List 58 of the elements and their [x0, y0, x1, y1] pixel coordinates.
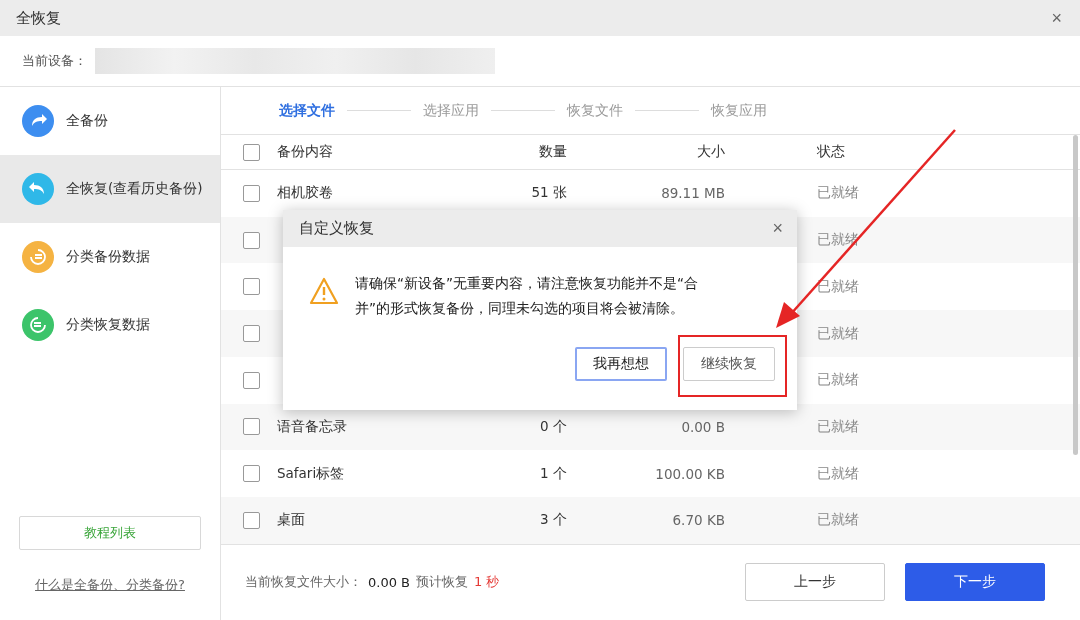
- table-cell-text: 已就绪: [816, 511, 860, 530]
- table-cell-text: 6.70 KB: [671, 512, 726, 529]
- table-cell-text: Safari标签: [277, 464, 346, 483]
- table-cell-text: 1 个: [539, 464, 568, 483]
- column-header: 备份内容: [277, 143, 334, 162]
- checkbox[interactable]: [243, 278, 260, 296]
- step-tab[interactable]: 选择文件: [279, 101, 335, 120]
- size-value: 0.00 B: [368, 574, 410, 590]
- help-link[interactable]: 什么是全备份、分类备份?: [35, 576, 185, 594]
- scrollbar[interactable]: [1073, 135, 1078, 456]
- table-cell-text: 桌面: [277, 511, 306, 530]
- window-title: 全恢复: [16, 8, 61, 28]
- table-cell-text: 已就绪: [816, 417, 860, 436]
- column-header: 大小: [696, 143, 726, 162]
- table-cell-text: 相机胶卷: [277, 184, 334, 203]
- previous-button[interactable]: 上一步: [745, 563, 886, 602]
- sidebar-item[interactable]: 分类恢复数据: [0, 291, 220, 359]
- table-cell-text: 3 个: [539, 511, 568, 530]
- tutorial-list-button[interactable]: 教程列表: [19, 516, 201, 550]
- sidebar-item[interactable]: 全备份: [0, 87, 220, 155]
- cancel-button[interactable]: 我再想想: [575, 347, 667, 381]
- checkbox[interactable]: [243, 231, 260, 249]
- eta-label: 预计恢复: [416, 573, 468, 592]
- column-header: 数量: [538, 143, 568, 162]
- checkbox[interactable]: [243, 325, 260, 342]
- table-cell-text: 语音备忘录: [277, 417, 348, 436]
- category-backup-icon: [22, 241, 54, 273]
- table-cell-text: 已就绪: [816, 324, 860, 343]
- checkbox[interactable]: [243, 143, 260, 161]
- eta-value: 1 秒: [474, 573, 500, 592]
- checkbox[interactable]: [243, 465, 260, 483]
- sidebar-item[interactable]: 分类备份数据: [0, 223, 220, 291]
- table-cell-text: 0 个: [539, 417, 568, 436]
- size-label: 当前恢复文件大小：: [245, 573, 362, 592]
- close-button[interactable]: ×: [768, 218, 787, 239]
- restore-icon: [22, 173, 54, 205]
- checkbox[interactable]: [243, 511, 260, 529]
- checkbox[interactable]: [243, 184, 260, 202]
- checkbox[interactable]: [243, 418, 260, 436]
- dialog-title: 自定义恢复: [299, 219, 374, 238]
- table-cell-text: 0.00 B: [680, 418, 726, 435]
- table-cell-text: 100.00 KB: [654, 465, 726, 482]
- warning-icon: [309, 277, 339, 305]
- device-label: 当前设备：: [22, 52, 87, 70]
- backup-icon: [22, 105, 54, 137]
- next-button[interactable]: 下一步: [905, 563, 1046, 602]
- checkbox[interactable]: [243, 371, 260, 389]
- close-button[interactable]: ×: [1047, 7, 1066, 29]
- continue-button[interactable]: 继续恢复: [683, 347, 775, 381]
- sidebar-item[interactable]: 全恢复(查看历史备份): [0, 155, 220, 223]
- table-cell-text: 已就绪: [816, 184, 860, 203]
- table-cell-text: 已就绪: [816, 464, 860, 483]
- warning-message: 请确保“新设备”无重要内容，请注意恢复功能并不是“合并”的形式恢复备份，同理未勾选的项目将会被清除。: [355, 274, 699, 318]
- category-restore-icon: [22, 309, 54, 341]
- table-cell-text: 51 张: [530, 184, 568, 203]
- table-cell-text: 89.11 MB: [660, 185, 726, 202]
- column-header: 状态: [816, 143, 846, 162]
- table-cell-text: 已就绪: [816, 371, 860, 390]
